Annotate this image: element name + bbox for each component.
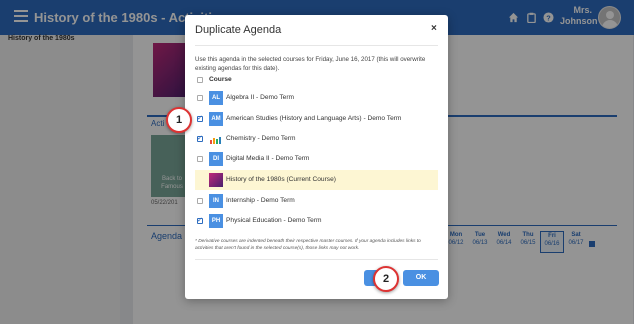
course-row-algebra[interactable]: AL Algebra II - Demo Term: [195, 88, 438, 108]
dialog-title: Duplicate Agenda: [195, 24, 282, 36]
course-checkbox[interactable]: [197, 95, 203, 101]
close-icon[interactable]: ×: [431, 23, 437, 34]
duplicate-agenda-dialog: Duplicate Agenda × Use this agenda in th…: [185, 15, 448, 299]
current-course-thumbnail-icon: [209, 173, 223, 187]
course-badge: AM: [209, 112, 223, 126]
course-row-physical-education[interactable]: PH Physical Education - Demo Term: [195, 211, 438, 231]
divider: [195, 45, 438, 46]
course-row-chemistry[interactable]: Chemistry - Demo Term: [195, 129, 438, 149]
course-checkbox[interactable]: [197, 156, 203, 162]
course-label: Algebra II - Demo Term: [226, 94, 295, 101]
course-column-header: Course: [195, 73, 438, 87]
course-label: Internship - Demo Term: [226, 197, 295, 204]
chemistry-course-icon: [209, 132, 223, 146]
divider: [195, 259, 438, 260]
column-header-label: Course: [209, 76, 232, 83]
course-label: Physical Education - Demo Term: [226, 217, 322, 224]
step-callout-2: 2: [373, 266, 399, 292]
course-badge: DI: [209, 152, 223, 166]
course-badge: IN: [209, 194, 223, 208]
course-label: Digital Media II - Demo Term: [226, 155, 310, 162]
course-checkbox[interactable]: [197, 114, 203, 122]
course-checkbox[interactable]: [197, 198, 203, 204]
step-callout-1: 1: [166, 107, 192, 133]
course-badge: AL: [209, 91, 223, 105]
ok-button[interactable]: OK: [403, 270, 439, 286]
dialog-description: Use this agenda in the selected courses …: [195, 56, 426, 72]
course-row-internship[interactable]: IN Internship - Demo Term: [195, 191, 438, 211]
course-badge: PH: [209, 214, 223, 228]
derivative-courses-note: * Derivative courses are indented beneat…: [195, 239, 421, 251]
course-checkbox[interactable]: [197, 134, 203, 142]
select-all-checkbox[interactable]: [197, 77, 203, 83]
course-label: Chemistry - Demo Term: [226, 135, 296, 142]
course-label: American Studies (History and Language A…: [226, 115, 402, 122]
course-row-current: History of the 1980s (Current Course): [195, 170, 438, 190]
course-row-digital-media[interactable]: DI Digital Media II - Demo Term: [195, 149, 438, 169]
course-label: History of the 1980s (Current Course): [226, 176, 336, 183]
course-checkbox[interactable]: [197, 216, 203, 224]
course-row-american-studies[interactable]: AM American Studies (History and Languag…: [195, 109, 438, 129]
